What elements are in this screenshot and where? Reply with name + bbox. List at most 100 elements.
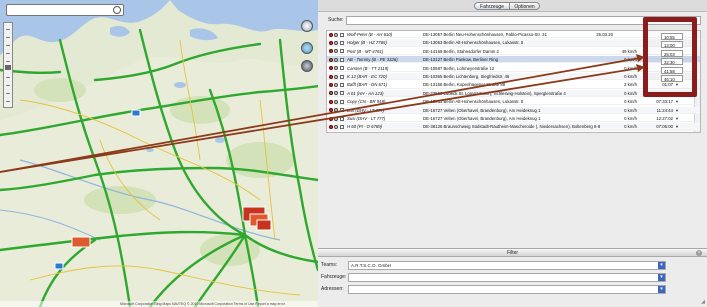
chevron-down-icon[interactable]: ▾ [674,115,680,121]
teams-select[interactable]: A.R.T.S.C.O. GmbH ▾ [348,261,666,270]
vehicle-speed: 0 km/h [624,90,637,96]
vehicle-row[interactable]: H 60 (PI - O 6789) DE-38126 Braunschweig … [327,123,700,131]
vehicle-time: 07:05:00 [656,124,673,130]
vehicle-address: DE-16727 Velten (Oberhavel, Brandenburg)… [423,116,541,121]
vehicle-speed: 0 km/h [624,65,637,71]
status-icon [329,32,333,37]
search-label: Suche: [328,17,344,23]
status-icon [329,57,333,62]
resize-grip-icon[interactable]: ◢ [701,299,705,305]
status-icon [329,74,333,79]
row-checkbox[interactable] [340,108,344,113]
vehicle-time: 12:27:02 [656,116,673,121]
ignition-icon [334,66,338,71]
vehicle-name: K 12 (BAR - EC 720) [347,74,387,79]
vehicle-address: DE-38126 Braunschweig Südstadt-Rautheim-… [423,124,601,130]
vehicle-speed: 49 km/h [621,48,637,54]
vehicle-speed: 0 km/h [624,99,637,105]
vehicle-speed: 0 km/h [624,107,637,113]
close-icon[interactable]: × [696,250,702,256]
filter-header[interactable]: Filter × [318,248,707,257]
status-icon [329,40,333,45]
vehicles-select[interactable]: ▾ [348,273,666,282]
ignition-icon [334,116,338,121]
search-icon[interactable] [113,6,121,14]
vehicle-address: DE-16727 Velten (Oberhavel, Brandenburg)… [423,107,541,113]
vehicle-address: DE-23560 Lübeck St. Lorenz Nord (, Schle… [423,90,566,96]
filter-vehicles-row: Fahrzeuge: ▾ [318,273,707,283]
status-icon [329,91,333,96]
app-root: Microsoft Corporation Bing Maps NAVTEQ ©… [0,0,707,307]
highlighted-time: 46:10 [661,75,683,82]
vehicle-address: DE-13158 Berlin, Kopenhagener Straße 89 [423,82,506,88]
vehicle-address: DE-14169 Berlin, Stahnsdorfer Damm 2 [423,48,499,54]
row-checkbox[interactable] [340,91,344,96]
zoom-slider[interactable] [3,22,13,108]
row-checkbox[interactable] [340,124,344,129]
chevron-down-icon[interactable]: ▾ [674,123,680,129]
vehicle-address: DE-13053 Berlin Alt-Hohenschönhausen, Lu… [423,40,524,46]
layers-icon[interactable] [301,60,313,72]
map-search-input[interactable] [6,4,124,16]
highlighted-time: 25:03 [661,49,683,57]
status-icon [329,108,333,113]
chevron-down-icon[interactable]: ▾ [658,262,665,269]
map-copyright: Microsoft Corporation Bing Maps NAVTEQ ©… [0,301,318,307]
row-checkbox[interactable] [340,32,344,37]
chevron-down-icon[interactable]: ▾ [674,98,680,104]
row-checkbox[interactable] [340,66,344,71]
vehicle-name: Bafft (BAR - DN 671) [347,82,388,88]
chevron-down-icon[interactable]: ▾ [658,286,665,293]
teams-value: A.R.T.S.C.O. GmbH [351,263,392,268]
ignition-icon [334,124,338,129]
vehicle-time: 07:33:17 [656,99,673,105]
vehicle-address: DE-13127 Berlin Pankow, Berliner Ring [423,57,498,63]
vehicle-speed: 0 km/h [624,74,637,79]
addresses-select[interactable]: ▾ [348,285,666,294]
map-view[interactable]: Microsoft Corporation Bing Maps NAVTEQ ©… [0,0,318,307]
chevron-down-icon[interactable]: ▾ [658,274,665,281]
vehicle-name: AB - Tommy (B - PE 3326) [347,57,398,63]
tab-fahrzeuge[interactable]: Fahrzeuge [474,2,510,10]
vehicle-name: Wolf-Peter (B - AH 610) [347,32,393,37]
status-icon [329,49,333,54]
vehicle-address: DE-13053 Berlin Alt-Hohenschönhausen, Lu… [423,99,524,105]
globe-icon[interactable] [301,42,313,54]
row-checkbox[interactable] [340,82,344,87]
chevron-down-icon[interactable]: ▾ [674,107,680,113]
vehicle-name: Post (B - MT 4761) [347,48,384,54]
filter-teams-row: Teams: A.R.T.S.C.O. GmbH ▾ [318,261,707,271]
highlighted-time: 13:00 [661,41,683,49]
vehicle-address: DE-10365 Berlin Lichtenberg, Siegfriedst… [423,74,510,79]
vehicle-row[interactable]: Copy (CN - BR 918) DE-13053 Berlin Alt-Ho… [327,98,700,106]
vehicle-row[interactable]: Susi (DHV - LT 777) DE-16727 Velten (Ober… [327,115,700,123]
ignition-icon [334,57,338,62]
compass-icon[interactable] [301,20,313,32]
row-checkbox[interactable] [340,49,344,54]
row-checkbox[interactable] [340,116,344,121]
vehicle-name: Lori (DHV - LT 777) [347,107,385,113]
row-checkbox[interactable] [340,74,344,79]
ignition-icon [334,99,338,104]
status-icon [329,99,333,104]
vehicles-label: Fahrzeuge: [321,274,347,280]
filter-title: Filter [506,250,519,256]
status-icon [329,116,333,121]
ignition-icon [334,49,338,54]
tab-bar: Fahrzeuge Optionen [318,0,707,12]
vehicle-speed: 0 km/h [624,57,637,63]
vehicle-name: Carsten (B - TT 2119) [347,65,389,71]
highlighted-time: 32:30 [661,58,683,66]
row-checkbox[interactable] [340,57,344,62]
map-canvas[interactable] [0,0,318,307]
ignition-icon [334,108,338,113]
row-checkbox[interactable] [340,99,344,104]
vehicle-row[interactable]: Lori (DHV - LT 777) DE-16727 Velten (Ober… [327,106,700,114]
ignition-icon [334,91,338,96]
highlighted-time: 41:58 [661,66,683,74]
zoom-knob[interactable] [5,65,11,70]
tab-optionen[interactable]: Optionen [510,2,540,10]
vehicle-name: A 01 (HH - AA 123) [347,90,384,96]
vehicle-date: 26.03.20 [596,32,613,37]
row-checkbox[interactable] [340,40,344,45]
